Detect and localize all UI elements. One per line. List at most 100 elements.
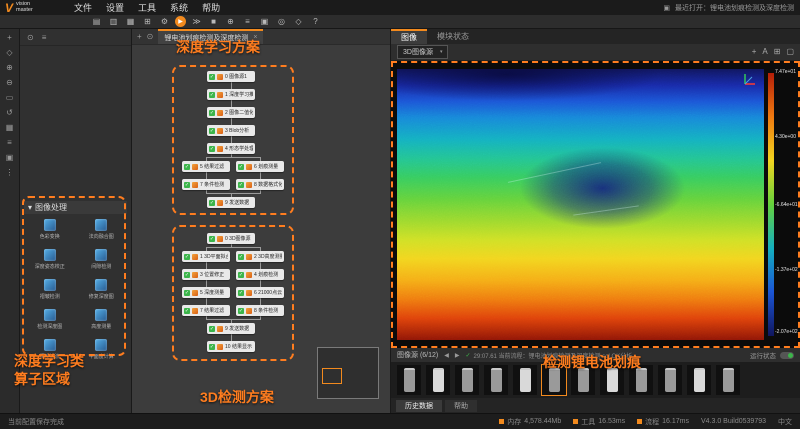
thumbnail-6[interactable] bbox=[541, 364, 567, 397]
flow-node[interactable]: ✓ 4 划痕检测 bbox=[236, 269, 284, 280]
next-image-button[interactable]: ▶ bbox=[455, 352, 460, 359]
tab-image[interactable]: 图像 bbox=[391, 29, 427, 44]
flow-node[interactable]: ✓ 6 划痕测量 bbox=[236, 161, 284, 172]
split-view-icon[interactable]: ⊞ bbox=[774, 47, 781, 56]
fullscreen-icon[interactable]: ▢ bbox=[786, 47, 794, 56]
camera-icon[interactable]: ◎ bbox=[275, 16, 288, 27]
thumbnail-4[interactable] bbox=[484, 365, 508, 396]
flow-canvas[interactable]: + ⊙ 锂电池划痕检测及深度检测 × ✓0 图像源1 ✓1 深度学习推理 ✓2 图像二… bbox=[132, 29, 390, 413]
new-solution-icon[interactable]: ▤ bbox=[90, 16, 103, 27]
flow-node[interactable]: ✓ 2 3D高度测量 bbox=[236, 251, 284, 262]
algo-item-4[interactable]: 褶皱检测 bbox=[24, 279, 76, 300]
algo-item-3[interactable]: 间隙检测 bbox=[76, 249, 128, 270]
collapse-caret-icon[interactable]: ▾ bbox=[28, 203, 32, 212]
tools-icon[interactable]: ◇ bbox=[292, 16, 305, 27]
flow-node[interactable]: ✓ 8 数据格式化 bbox=[236, 179, 284, 190]
algo-item-1[interactable]: 法向融合图 bbox=[76, 219, 128, 240]
thumbnail-7[interactable] bbox=[571, 365, 595, 396]
solution-tab[interactable]: 锂电池划痕检测及深度检测 × bbox=[158, 29, 264, 44]
menu-item-4[interactable]: 帮助 bbox=[195, 1, 227, 14]
settings-icon[interactable]: ⚙ bbox=[158, 16, 171, 27]
edit-pen-icon[interactable]: + bbox=[752, 47, 757, 56]
algo-item-7[interactable]: 高度测量 bbox=[76, 309, 128, 330]
image-viewport[interactable]: 7.47e+01 4.30e+00 -6.64e+01 -1.37e+02 -2.07e… bbox=[391, 60, 800, 349]
help-icon[interactable]: ? bbox=[309, 16, 322, 27]
thumbnail-9[interactable] bbox=[629, 365, 653, 396]
flow-node[interactable]: ✓ 10 结果显示 bbox=[207, 341, 255, 352]
canvas-locate-icon[interactable]: ⊙ bbox=[147, 32, 154, 41]
export-icon[interactable]: ⊞ bbox=[141, 16, 154, 27]
menu-item-2[interactable]: 工具 bbox=[131, 1, 163, 14]
flow-node[interactable]: ✓ 7 结果过滤 bbox=[182, 305, 230, 316]
flow-node[interactable]: ✓ 0 图像源1 bbox=[207, 71, 255, 82]
tab-history-data[interactable]: 历史数据 bbox=[396, 399, 442, 412]
canvas-pan-icon[interactable]: + bbox=[137, 32, 142, 41]
layers-icon[interactable]: ≡ bbox=[7, 139, 12, 147]
flow-node[interactable]: ✓ 5 深度测量 bbox=[182, 287, 230, 298]
grid-icon[interactable]: ▦ bbox=[6, 124, 14, 132]
algo-item-6[interactable]: 检测深度图 bbox=[24, 309, 76, 330]
metric-value: 16.53ms bbox=[598, 418, 626, 425]
zoom-out-icon[interactable]: ⊖ bbox=[6, 79, 13, 87]
language-switch[interactable]: 中文 bbox=[778, 417, 792, 427]
more-icon[interactable]: ⋮ bbox=[6, 169, 14, 177]
image-processing-header[interactable]: ▾ 图像处理 bbox=[24, 201, 127, 214]
flow-node[interactable]: ✓ 0 3D图像源 bbox=[207, 233, 255, 244]
thumbnail-1[interactable] bbox=[397, 365, 421, 396]
tab-module-status[interactable]: 模块状态 bbox=[427, 29, 479, 44]
zoom-in-icon[interactable]: ⊕ bbox=[6, 64, 13, 72]
search-icon[interactable]: ⊙ bbox=[27, 33, 34, 42]
canvas-minimap[interactable] bbox=[317, 347, 379, 399]
menu-item-0[interactable]: 文件 bbox=[67, 1, 99, 14]
ui-designer-icon[interactable]: ▣ bbox=[258, 16, 271, 27]
menu-item-1[interactable]: 设置 bbox=[99, 1, 131, 14]
flow-node[interactable]: ✓ 5 结果过滤 bbox=[182, 161, 230, 172]
flow-node[interactable]: ✓ 8 条件检测 bbox=[236, 305, 284, 316]
recent-file-text[interactable]: 最近打开：锂电池划痕检测及深度检测 bbox=[675, 3, 794, 13]
thumbnail-3[interactable] bbox=[455, 365, 479, 396]
filter-icon[interactable]: ≡ bbox=[42, 33, 47, 42]
run-continuous-icon[interactable]: ≫ bbox=[190, 16, 203, 27]
open-solution-icon[interactable]: ▥ bbox=[107, 16, 120, 27]
module-list-icon[interactable]: ▣ bbox=[6, 154, 14, 162]
save-solution-icon[interactable]: ▦ bbox=[124, 16, 137, 27]
depth-heatmap-image[interactable] bbox=[397, 68, 764, 341]
thumbnail-12[interactable] bbox=[716, 365, 740, 396]
select-tool-icon[interactable]: + bbox=[7, 34, 12, 42]
algo-item-0[interactable]: 色彩变换 bbox=[24, 219, 76, 240]
flow-node[interactable]: ✓1 深度学习推理 bbox=[207, 89, 255, 100]
global-variable-icon[interactable]: ≡ bbox=[241, 16, 254, 27]
fit-view-icon[interactable]: ▭ bbox=[6, 94, 14, 102]
flow-node[interactable]: ✓ 1 3D平面拟合 bbox=[182, 251, 230, 262]
algo-item-8[interactable]: 深度滤波 bbox=[24, 339, 76, 360]
prev-image-button[interactable]: ◀ bbox=[444, 352, 449, 359]
thumbnail-2[interactable] bbox=[426, 365, 450, 396]
minimap-viewport[interactable] bbox=[322, 368, 342, 384]
flow-node[interactable]: ✓ 7 条件检测 bbox=[182, 179, 230, 190]
run-state-toggle[interactable] bbox=[780, 351, 794, 359]
flow-node[interactable]: ✓ 4 形态学处理 bbox=[207, 143, 255, 154]
run-once-icon[interactable]: ▶ bbox=[175, 16, 186, 27]
flow-node[interactable]: ✓ 9 发送数据 bbox=[207, 197, 255, 208]
image-source-select[interactable]: 3D图像源 ▾ bbox=[397, 44, 449, 59]
stop-icon[interactable]: ■ bbox=[207, 16, 220, 27]
thumbnail-8[interactable] bbox=[600, 365, 624, 396]
flow-node[interactable]: ✓ 3 位置修正 bbox=[182, 269, 230, 280]
text-overlay-icon[interactable]: A bbox=[762, 47, 767, 56]
thumbnail-10[interactable] bbox=[658, 365, 682, 396]
menu-item-3[interactable]: 系统 bbox=[163, 1, 195, 14]
algo-item-5[interactable]: 修复深度图 bbox=[76, 279, 128, 300]
pan-tool-icon[interactable]: ◇ bbox=[6, 49, 12, 57]
algo-item-9[interactable]: 平面度计算 bbox=[76, 339, 128, 360]
communication-icon[interactable]: ⊕ bbox=[224, 16, 237, 27]
thumbnail-11[interactable] bbox=[687, 365, 711, 396]
flow-node[interactable]: ✓ 6 21000点云 bbox=[236, 287, 284, 298]
flow-node[interactable]: ✓ 2 图像二值化 bbox=[207, 107, 255, 118]
thumbnail-5[interactable] bbox=[513, 365, 537, 396]
flow-node[interactable]: ✓ 3 Blob分析 bbox=[207, 125, 255, 136]
undo-icon[interactable]: ↺ bbox=[6, 109, 13, 117]
flow-node[interactable]: ✓ 9 发送数据 bbox=[207, 323, 255, 334]
algo-item-2[interactable]: 深度姿态校正 bbox=[24, 249, 76, 270]
tab-help[interactable]: 帮助 bbox=[445, 399, 477, 412]
close-tab-icon[interactable]: × bbox=[253, 34, 257, 41]
